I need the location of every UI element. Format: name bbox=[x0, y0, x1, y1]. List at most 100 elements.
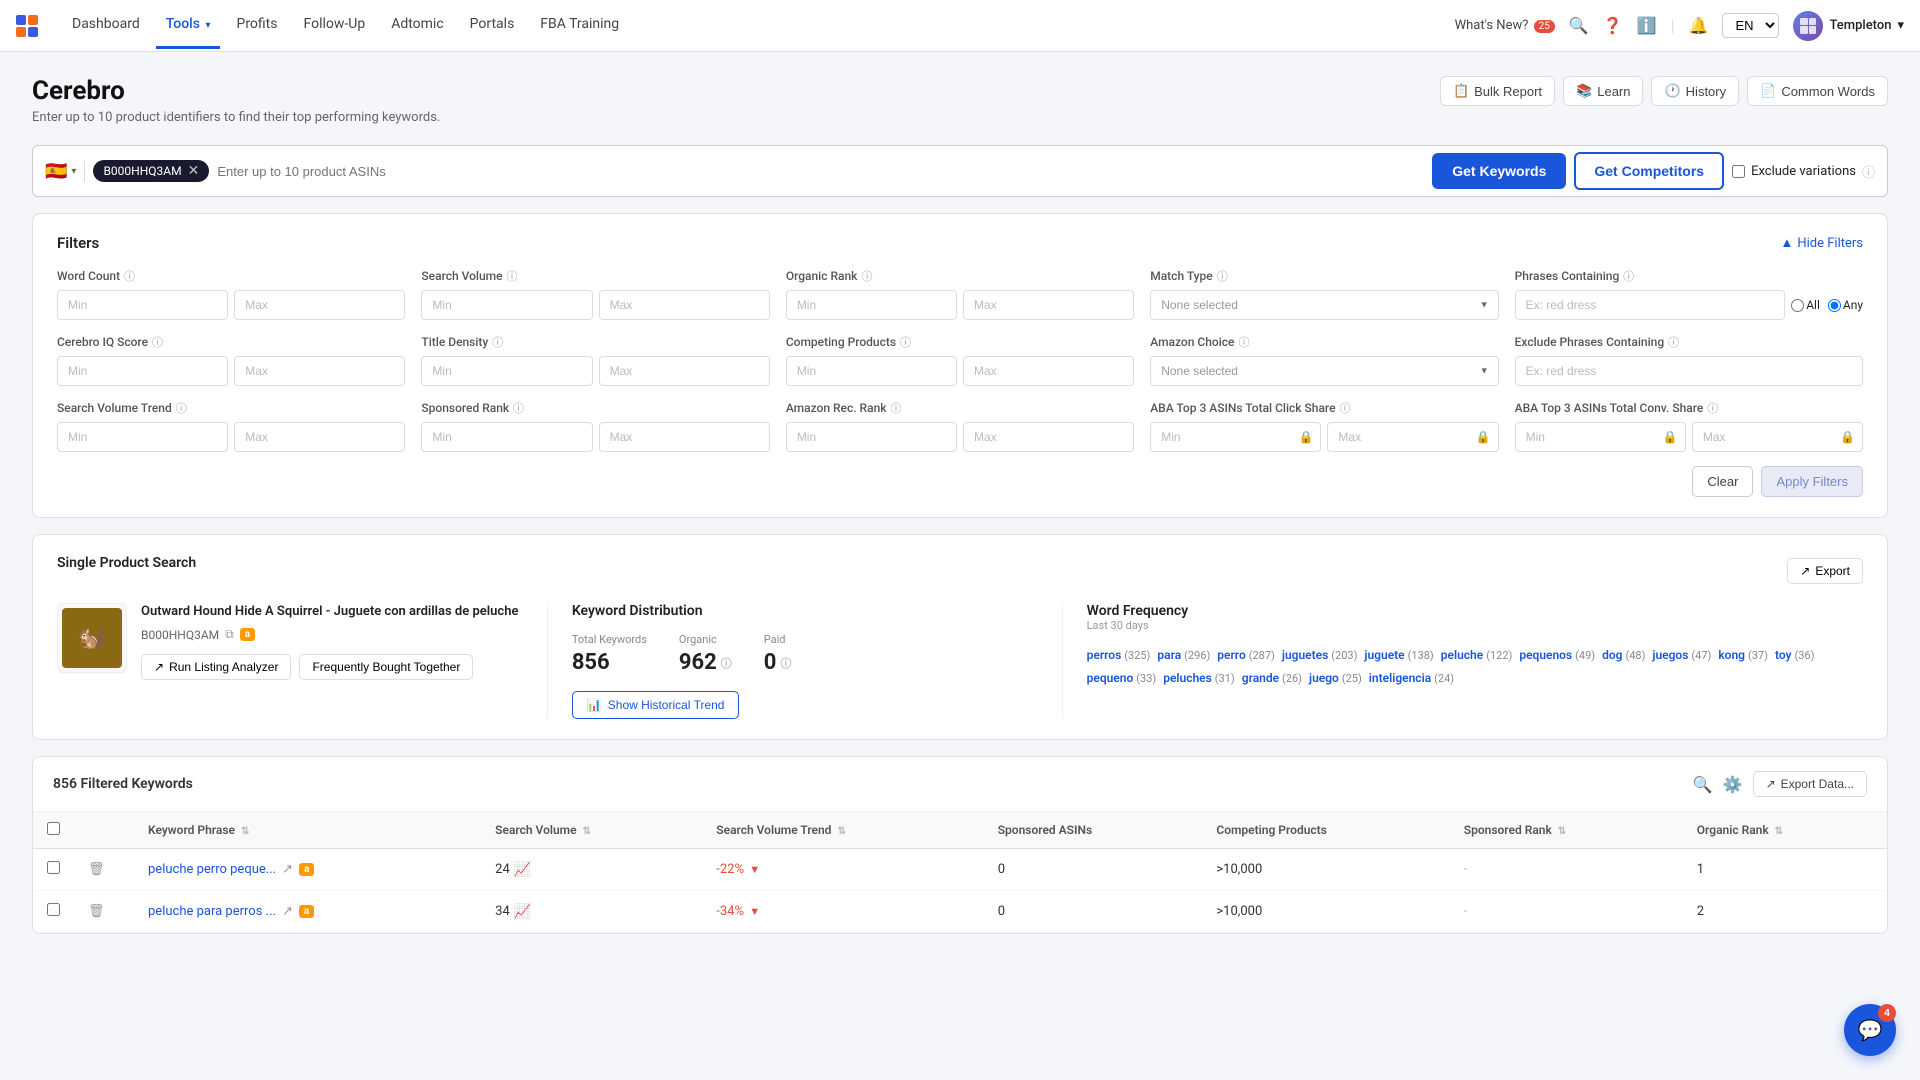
remove-asin-button[interactable]: ✕ bbox=[188, 163, 200, 179]
sv-trend-max-input[interactable] bbox=[234, 422, 405, 452]
organic-rank-column-header[interactable]: Organic Rank ⇅ bbox=[1683, 812, 1887, 849]
chat-button[interactable]: 💬 4 bbox=[1844, 1004, 1896, 1056]
amazon-rec-rank-max-input[interactable] bbox=[963, 422, 1134, 452]
freq-word-text[interactable]: inteligencia bbox=[1369, 671, 1431, 685]
freq-word-text[interactable]: juego bbox=[1309, 671, 1339, 685]
phrases-all-radio[interactable]: All bbox=[1791, 298, 1820, 312]
sv-trend-min-input[interactable] bbox=[57, 422, 228, 452]
freq-word-text[interactable]: pequeno bbox=[1087, 671, 1134, 685]
amazon-rec-rank-min-input[interactable] bbox=[786, 422, 957, 452]
match-type-select[interactable]: None selected bbox=[1150, 290, 1498, 320]
clear-filters-button[interactable]: Clear bbox=[1692, 466, 1753, 497]
freq-word-text[interactable]: para bbox=[1157, 648, 1181, 662]
nav-profits[interactable]: Profits bbox=[226, 2, 287, 49]
phrase-external-link-icon[interactable]: ↗ bbox=[282, 862, 293, 877]
search-volume-min-input[interactable] bbox=[421, 290, 592, 320]
notifications-icon[interactable]: 🔔 bbox=[1689, 16, 1709, 35]
table-settings-icon[interactable]: ⚙️ bbox=[1723, 775, 1743, 794]
sv-trend-column-header[interactable]: Search Volume Trend ⇅ bbox=[702, 812, 983, 849]
nav-dashboard[interactable]: Dashboard bbox=[62, 2, 150, 49]
freq-word-text[interactable]: toy bbox=[1775, 648, 1792, 662]
trend-chart-icon[interactable]: 📈 bbox=[514, 862, 531, 878]
aba-conv-min-input[interactable] bbox=[1515, 422, 1686, 452]
export-data-button[interactable]: ↗ Export Data... bbox=[1753, 771, 1867, 797]
get-keywords-button[interactable]: Get Keywords bbox=[1432, 153, 1566, 189]
row-checkbox[interactable] bbox=[47, 903, 60, 916]
nav-fba-training[interactable]: FBA Training bbox=[530, 2, 629, 49]
bulk-report-button[interactable]: 📋 Bulk Report bbox=[1440, 76, 1555, 106]
keyword-phrase-link[interactable]: peluche perro peque... bbox=[148, 862, 276, 877]
keyword-phrase-column-header[interactable]: Keyword Phrase ⇅ bbox=[134, 812, 481, 849]
freq-word-text[interactable]: kong bbox=[1718, 648, 1745, 662]
delete-row-icon[interactable]: 🗑 bbox=[88, 904, 105, 919]
row-checkbox[interactable] bbox=[47, 861, 60, 874]
row-checkbox-cell bbox=[33, 849, 74, 891]
exclude-phrases-input[interactable] bbox=[1515, 356, 1863, 386]
aba-click-max-input[interactable] bbox=[1327, 422, 1498, 452]
freq-word-text[interactable]: perro bbox=[1217, 648, 1245, 662]
sponsored-rank-column-header[interactable]: Sponsored Rank ⇅ bbox=[1450, 812, 1683, 849]
freq-word-text[interactable]: juguete bbox=[1364, 648, 1404, 662]
nav-tools[interactable]: Tools ▾ bbox=[156, 2, 221, 49]
freq-word-text[interactable]: juegos bbox=[1652, 648, 1688, 662]
sponsored-rank-min-input[interactable] bbox=[421, 422, 592, 452]
nav-followup[interactable]: Follow-Up bbox=[293, 2, 375, 49]
run-listing-analyzer-button[interactable]: ↗ Run Listing Analyzer bbox=[141, 654, 291, 680]
common-words-button[interactable]: 📄 Common Words bbox=[1747, 76, 1888, 106]
competing-products-max-input[interactable] bbox=[963, 356, 1134, 386]
hide-filters-button[interactable]: ▲ Hide Filters bbox=[1780, 235, 1863, 251]
word-count-min-input[interactable] bbox=[57, 290, 228, 320]
apply-filters-button[interactable]: Apply Filters bbox=[1761, 466, 1863, 497]
title-density-max-input[interactable] bbox=[599, 356, 770, 386]
sponsored-rank-max-input[interactable] bbox=[599, 422, 770, 452]
phrases-any-radio[interactable]: Any bbox=[1828, 298, 1863, 312]
amazon-choice-select[interactable]: None selected bbox=[1150, 356, 1498, 386]
logo[interactable] bbox=[16, 15, 38, 37]
language-selector[interactable]: EN bbox=[1722, 13, 1779, 38]
export-button[interactable]: ↗ Export bbox=[1787, 558, 1863, 584]
frequently-bought-together-button[interactable]: Frequently Bought Together bbox=[299, 654, 473, 680]
organic-rank-min-input[interactable] bbox=[786, 290, 957, 320]
cerebro-iq-max-input[interactable] bbox=[234, 356, 405, 386]
get-competitors-button[interactable]: Get Competitors bbox=[1574, 152, 1724, 190]
search-icon[interactable]: 🔍 bbox=[1569, 16, 1589, 35]
search-volume-max-input[interactable] bbox=[599, 290, 770, 320]
freq-word-text[interactable]: peluche bbox=[1441, 648, 1483, 662]
copy-asin-icon[interactable]: ⧉ bbox=[225, 627, 234, 642]
history-button[interactable]: 🕐 History bbox=[1651, 76, 1739, 106]
word-count-max-input[interactable] bbox=[234, 290, 405, 320]
trend-chart-icon[interactable]: 📈 bbox=[514, 904, 531, 920]
phrases-containing-input[interactable] bbox=[1515, 290, 1786, 320]
table-search-icon[interactable]: 🔍 bbox=[1693, 775, 1713, 794]
aba-conv-max-input[interactable] bbox=[1692, 422, 1863, 452]
keyword-phrase-link[interactable]: peluche para perros ... bbox=[148, 904, 276, 919]
whats-new-button[interactable]: What's New? 25 bbox=[1455, 18, 1555, 33]
info-icon[interactable]: ℹ️ bbox=[1637, 16, 1657, 35]
freq-word-text[interactable]: dog bbox=[1602, 648, 1622, 662]
cerebro-iq-min-input[interactable] bbox=[57, 356, 228, 386]
exclude-variations-checkbox[interactable]: Exclude variations ⓘ bbox=[1732, 162, 1875, 181]
freq-word-text[interactable]: pequenos bbox=[1519, 648, 1572, 662]
organic-rank-max-input[interactable] bbox=[963, 290, 1134, 320]
country-selector[interactable]: 🇪🇸 ▾ bbox=[45, 161, 85, 182]
asin-search-input[interactable] bbox=[217, 164, 1424, 179]
delete-row-icon[interactable]: 🗑 bbox=[88, 862, 105, 877]
phrase-external-link-icon[interactable]: ↗ bbox=[282, 904, 293, 919]
user-menu-button[interactable]: Templeton ▾ bbox=[1793, 11, 1904, 41]
freq-word-text[interactable]: perros bbox=[1087, 648, 1122, 662]
learn-button[interactable]: 📚 Learn bbox=[1563, 76, 1643, 106]
help-icon[interactable]: ❓ bbox=[1603, 16, 1623, 35]
search-volume-column-header[interactable]: Search Volume ⇅ bbox=[481, 812, 702, 849]
freq-word: juguete (138) bbox=[1364, 648, 1436, 662]
nav-portals[interactable]: Portals bbox=[460, 2, 525, 49]
freq-word-text[interactable]: peluches bbox=[1163, 671, 1212, 685]
competing-products-min-input[interactable] bbox=[786, 356, 957, 386]
title-density-min-input[interactable] bbox=[421, 356, 592, 386]
freq-word-text[interactable]: juguetes bbox=[1282, 648, 1328, 662]
freq-word-text[interactable]: grande bbox=[1242, 671, 1279, 685]
select-all-checkbox[interactable] bbox=[47, 822, 60, 835]
sponsored-rank-value: - bbox=[1464, 904, 1468, 919]
aba-click-min-input[interactable] bbox=[1150, 422, 1321, 452]
show-historical-trend-button[interactable]: 📊 Show Historical Trend bbox=[572, 691, 740, 719]
nav-adtomic[interactable]: Adtomic bbox=[381, 2, 453, 49]
